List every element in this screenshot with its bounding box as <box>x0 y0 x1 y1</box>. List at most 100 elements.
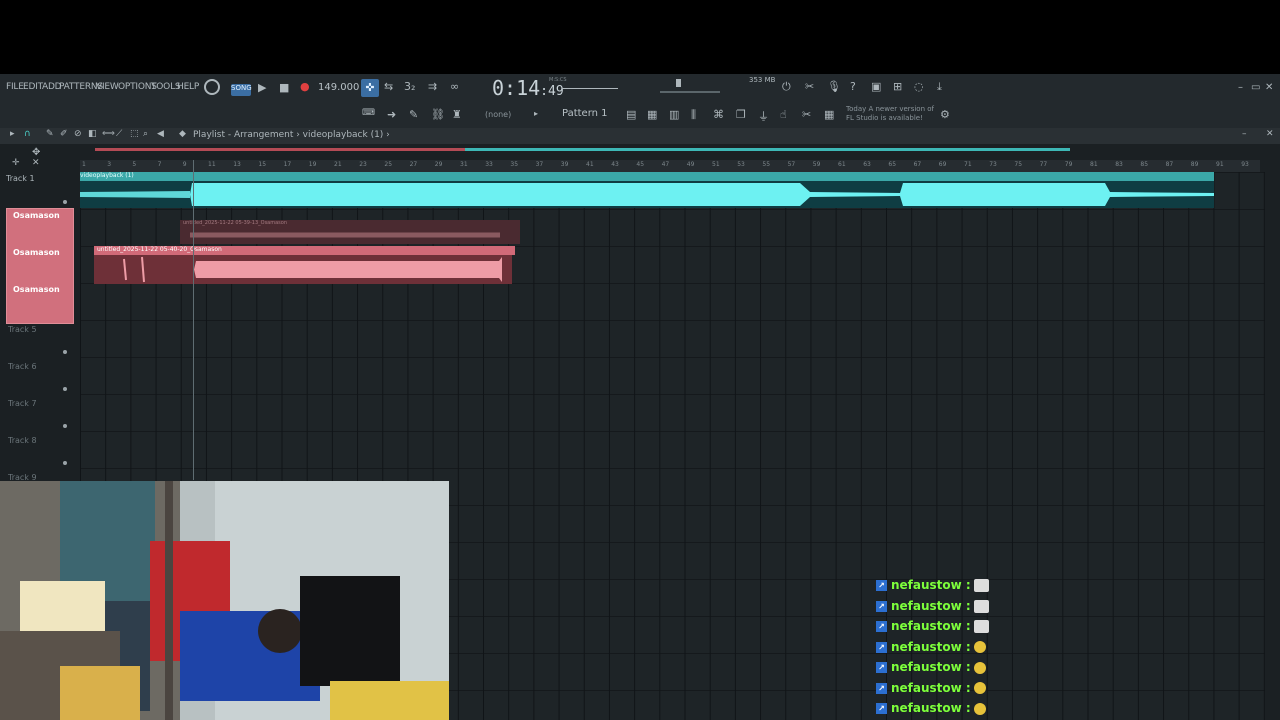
ruler-tick-label: 35 <box>510 161 519 168</box>
chat-username[interactable]: nefaustow : <box>891 701 971 715</box>
osamason-track-group[interactable]: Osamason Osamason Osamason <box>6 208 74 324</box>
stop-icon[interactable]: ■ <box>279 81 289 94</box>
track-header-5[interactable]: Track 5 <box>0 322 72 359</box>
slice-icon[interactable]: ⟋ <box>116 129 122 139</box>
ruler-tick-label: 51 <box>712 161 720 168</box>
tool-crosshair-icon[interactable]: ✛ <box>12 158 20 168</box>
chat-username[interactable]: nefaustow : <box>891 660 971 674</box>
playlist-close-icon[interactable]: ✕ <box>1266 129 1274 139</box>
ruler-tick-label: 71 <box>964 161 972 168</box>
channel-rack-icon[interactable]: ▥ <box>669 108 679 121</box>
ruler-tick-label: 79 <box>1064 161 1073 168</box>
chat-username[interactable]: nefaustow : <box>891 619 971 633</box>
minimize-icon[interactable]: – <box>1238 82 1243 93</box>
emote-icon <box>973 620 989 633</box>
playlist-nav-icon[interactable]: ◆ <box>179 129 186 139</box>
audio-clip-osamason-1[interactable]: untitled_2025-11-22 05-39-13_Osamason <box>180 220 520 244</box>
brush-icon[interactable]: ✐ <box>60 129 68 139</box>
track-header-7[interactable]: Track 7 <box>0 396 72 433</box>
help-icon[interactable]: ? <box>850 80 856 93</box>
keyboard-icon[interactable]: ⌨ <box>362 108 375 118</box>
speaker-icon[interactable]: ◀ <box>157 129 164 139</box>
record-icon[interactable]: ● <box>300 80 310 93</box>
loop-record-icon[interactable]: ∞ <box>450 80 459 93</box>
mixer-faders-icon[interactable]: ⫼ <box>691 108 696 122</box>
menu-help[interactable]: HELP <box>177 82 199 92</box>
video-icon[interactable]: ▦ <box>824 108 834 121</box>
chat-message: ↗ nefaustow : <box>876 640 986 658</box>
copy-icon[interactable]: ❐ <box>736 108 746 121</box>
waveform-teal <box>80 183 1214 206</box>
play-icon[interactable]: ▶ <box>258 81 266 94</box>
ruler-tick-label: 19 <box>308 161 317 168</box>
slip-icon[interactable]: ⟺ <box>102 129 115 139</box>
master-volume-slider[interactable] <box>562 88 618 89</box>
track-label-osamason-2: Osamason <box>13 248 60 257</box>
piano-roll-icon[interactable]: ▦ <box>647 108 657 121</box>
link-icon[interactable]: ⛓ <box>431 108 445 121</box>
ruler-tick-label: 91 <box>1216 161 1224 168</box>
save-icon[interactable]: ▣ <box>871 80 881 93</box>
track-header-6[interactable]: Track 6 <box>0 359 72 396</box>
track-header-8[interactable]: Track 8 <box>0 433 72 470</box>
pattern-prev-icon[interactable]: ▸ <box>534 109 538 118</box>
ruler-tick-label: 49 <box>686 161 695 168</box>
browser-icon[interactable]: ⌘ <box>713 108 724 121</box>
audio-clip-videoplayback[interactable]: videoplayback (1) <box>80 172 1214 208</box>
news-panel[interactable]: Today A newer version of FL Studio is av… <box>846 105 946 123</box>
snap-icon[interactable]: ✜ <box>361 79 379 97</box>
tempo-display[interactable]: 149.000 <box>318 82 359 93</box>
blend-icon[interactable]: ⇉ <box>428 80 437 93</box>
timeline-ruler[interactable]: 1 3 5 7 9 11 13 15 17 19 21 23 25 27 29 31 33 35 37 39 41 43 4… <box>80 160 1260 172</box>
arrow-icon[interactable]: ▸ <box>10 129 15 139</box>
menu-file[interactable]: FILE <box>6 82 24 92</box>
delete-icon[interactable]: ⊘ <box>74 129 82 139</box>
pencil-icon[interactable]: ✎ <box>46 129 54 139</box>
gear-icon[interactable]: ⚙ <box>940 108 950 121</box>
cpu-meter <box>660 79 740 93</box>
chat-username[interactable]: nefaustow : <box>891 640 971 654</box>
pattern-selector[interactable]: Pattern 1 <box>562 108 608 119</box>
ruler-tick-label: 11 <box>208 161 216 168</box>
mixer-icon[interactable]: ⊞ <box>893 80 902 93</box>
playlist-icon[interactable]: ▤ <box>626 108 636 121</box>
zoom-icon[interactable]: ⌕ <box>143 129 148 139</box>
metronome-knob-icon[interactable] <box>204 79 220 95</box>
clip-name: untitled_2025-11-22 05-40-20_Osamason <box>94 246 515 255</box>
chat-icon[interactable]: ◌ <box>914 80 924 93</box>
none-selector[interactable]: (none) <box>485 110 511 119</box>
countdown-icon[interactable]: 3₂ <box>404 80 415 93</box>
playhead-marker[interactable] <box>193 160 194 480</box>
track-header-1[interactable]: Track 1 <box>0 172 72 208</box>
menu-view[interactable]: VIEW <box>96 82 119 92</box>
x-icon[interactable]: ✕ <box>32 158 40 168</box>
playlist-minimize-icon[interactable]: – <box>1242 129 1247 139</box>
pat-song-toggle[interactable]: SONG <box>231 84 252 96</box>
arrow-right-icon[interactable]: ➜ <box>387 108 396 121</box>
select-icon[interactable]: ⬚ <box>130 129 139 139</box>
touch-icon[interactable]: ☝ <box>780 108 787 121</box>
ruler-tick-label: 41 <box>586 161 594 168</box>
menu-edit[interactable]: EDIT <box>23 82 43 92</box>
ruler-tick-label: 53 <box>737 161 745 168</box>
chat-username[interactable]: nefaustow : <box>891 578 971 592</box>
move-icon[interactable]: ✥ <box>32 147 40 158</box>
plugin-icon[interactable]: ♜ <box>452 108 462 121</box>
menu-tools[interactable]: TOOLS <box>151 82 181 92</box>
horizontal-scrollbar[interactable] <box>95 148 1070 151</box>
loop-icon[interactable]: ⇆ <box>384 80 393 93</box>
maximize-icon[interactable]: ▭ <box>1251 82 1260 93</box>
cut-icon[interactable]: ✂ <box>802 108 811 121</box>
tools-icon[interactable]: ✂ <box>805 80 814 93</box>
download-icon[interactable]: ⤓ <box>937 80 942 94</box>
audio-clip-osamason-2[interactable]: untitled_2025-11-22 05-40-20_Osamason <box>94 246 515 284</box>
mute-icon[interactable]: ◧ <box>88 129 97 139</box>
chat-username[interactable]: nefaustow : <box>891 681 971 695</box>
power-icon[interactable]: ⏻ <box>782 80 791 94</box>
magnet-icon[interactable]: ∩ <box>24 129 31 139</box>
chat-username[interactable]: nefaustow : <box>891 599 971 613</box>
plug-icon[interactable]: ⏚ <box>758 108 769 124</box>
mic-icon[interactable]: 🎙 <box>827 80 841 93</box>
draw-icon[interactable]: ✎ <box>409 108 418 121</box>
close-icon[interactable]: ✕ <box>1265 82 1273 93</box>
